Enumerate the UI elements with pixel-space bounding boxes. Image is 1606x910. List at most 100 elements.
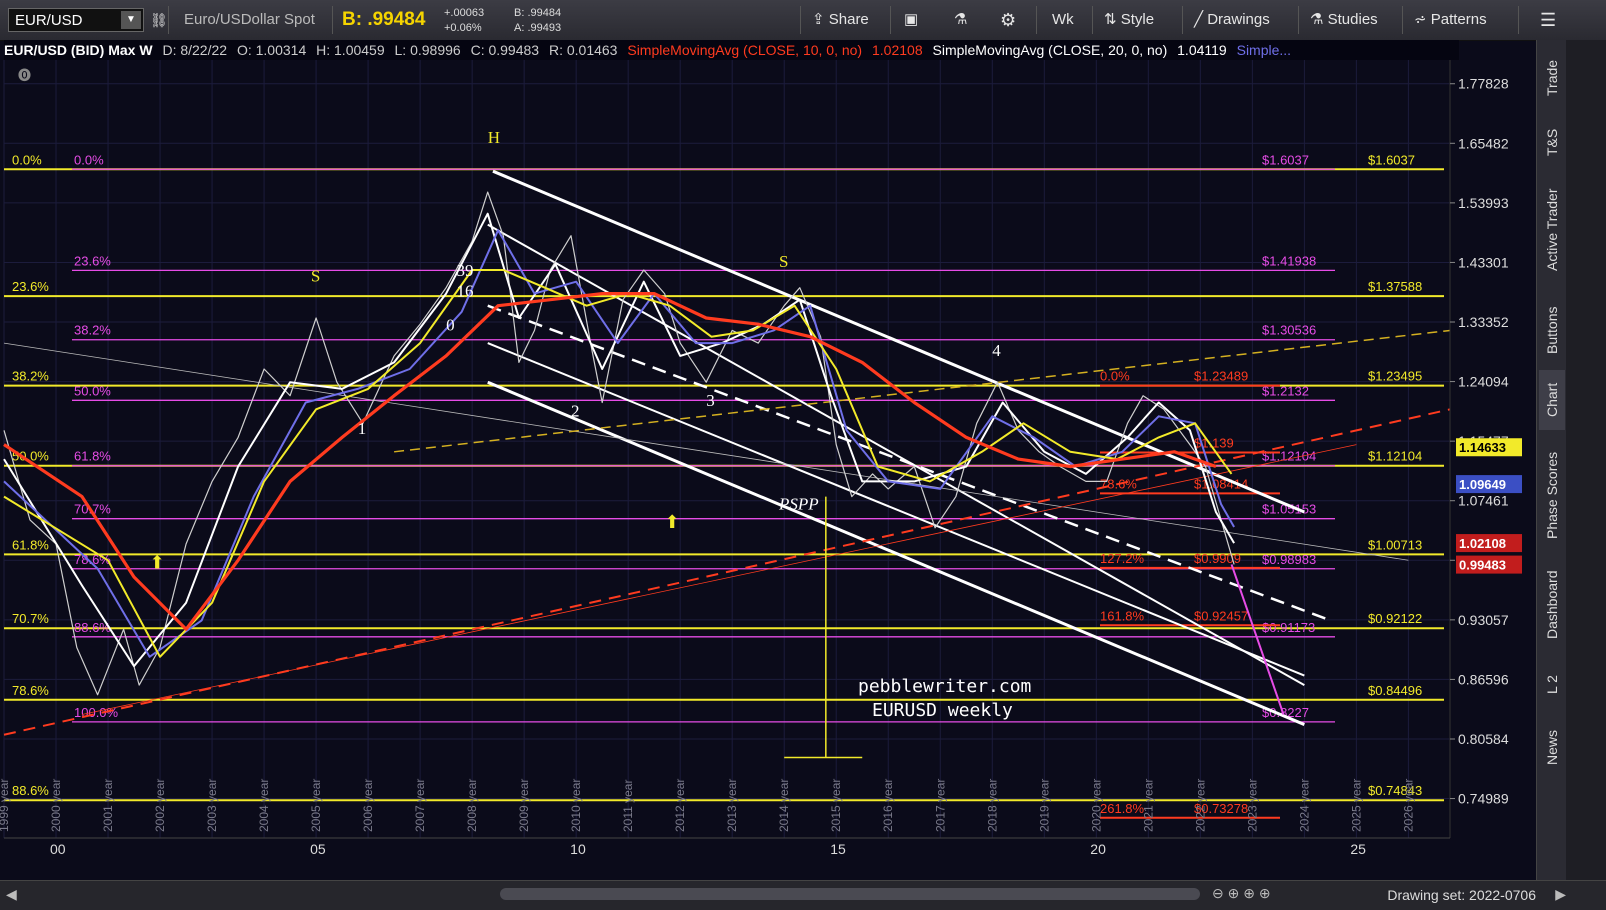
fib-value-left: $1.23495 [1368, 369, 1422, 384]
fib-value-left: $1.12104 [1368, 449, 1422, 464]
y-tick-label: 0.93057 [1458, 612, 1509, 628]
year-label: 2003 year [205, 779, 219, 832]
studies-button[interactable]: ⚗ Studies [1310, 0, 1378, 40]
drawings-button[interactable]: ╱ Drawings [1194, 0, 1270, 40]
toolbar: EUR/USD ▼ ⛓ Euro/USDollar Spot B: .99484… [0, 0, 1606, 41]
change-value: +.00063 [444, 7, 485, 19]
year-label: 2013 year [725, 779, 739, 832]
tab-t-s[interactable]: T&S [1539, 120, 1565, 165]
price-label: 1.02108 [1459, 536, 1506, 551]
tab-buttons[interactable]: Buttons [1539, 295, 1565, 365]
share-icon: ⇪ [812, 11, 829, 28]
chart-legend: EUR/USD (BID) Max W D: 8/22/22 O: 1.0031… [4, 40, 1459, 60]
year-label: 2009 year [517, 779, 531, 832]
fib-value-red: $0.92457 [1194, 608, 1248, 623]
patterns-label: Patterns [1430, 11, 1487, 28]
menu-icon[interactable]: ☰ [1540, 0, 1556, 40]
tab-dashboard[interactable]: Dashboard [1539, 560, 1565, 650]
share-label: Share [828, 11, 869, 28]
fib-value-inner: $1.05153 [1262, 502, 1316, 517]
annotation-label: 1 [358, 419, 367, 438]
fib-value-inner: $1.41938 [1262, 253, 1316, 268]
annotation-label: 4 [992, 341, 1001, 360]
alert-icon[interactable]: ⓿ [18, 68, 31, 83]
year-label: 2011 year [621, 780, 635, 832]
tab-l-2[interactable]: L 2 [1539, 660, 1565, 710]
bottom-bar: ◀ ⊖ ⊕ ⊕ ⊕ Drawing set: 2022-0706 ▶ [0, 880, 1606, 910]
year-label: 2001 year [101, 779, 115, 832]
scroll-left-icon[interactable]: ◀ [6, 886, 17, 903]
legend-sma10-value: 1.02108 [872, 42, 923, 58]
annotation-label: S [311, 267, 320, 286]
flask-icon[interactable]: ⚗ [954, 0, 967, 40]
x-tick-label: 25 [1350, 841, 1366, 857]
fib-label-inner: 50.0% [74, 383, 111, 398]
annotation-label: 2 [571, 401, 580, 420]
fib-label-left: 78.6% [12, 683, 49, 698]
share-button[interactable]: ⇪ Share [812, 0, 869, 40]
tab-news[interactable]: News [1539, 720, 1565, 775]
zoom-controls-icon[interactable]: ⊖ ⊕ ⊕ ⊕ [1212, 885, 1271, 902]
fib-label-inner: 61.8% [74, 449, 111, 464]
fib-label-left: 88.6% [12, 783, 49, 798]
fib-label-inner: 38.2% [74, 323, 111, 338]
gear-icon[interactable]: ⚙ [1000, 0, 1016, 40]
screenshot-icon[interactable]: ▣ [904, 0, 918, 40]
year-label: 2019 year [1037, 779, 1051, 832]
fib-label-inner: 100.0% [74, 705, 119, 720]
drawing-set-label: Drawing set: 2022-0706 [1387, 887, 1536, 903]
flask-icon: ⚗ [1310, 11, 1328, 28]
bid-price: B: .99484 [342, 9, 426, 30]
up-arrow-icon: ⬆ [150, 553, 165, 574]
legend-low: L: 0.98996 [394, 42, 461, 58]
year-label: 2005 year [309, 779, 323, 832]
legend-sma20-value: 1.04119 [1177, 42, 1227, 58]
legend-more[interactable]: Simple... [1237, 42, 1291, 58]
year-label: 1999 year [0, 779, 11, 832]
year-label: 2010 year [569, 779, 583, 832]
annotation-label: H [488, 128, 500, 147]
legend-high: H: 1.00459 [316, 42, 385, 58]
price-chart[interactable]: 0.0% $1.6037 23.6% $1.37588 38.2% $1.23495 50.… [0, 60, 1536, 880]
tab-chart[interactable]: Chart [1539, 370, 1565, 430]
year-label: 2021 year [1141, 779, 1155, 832]
timeframe-button[interactable]: Wk [1052, 0, 1074, 40]
tab-phase-scores[interactable]: Phase Scores [1539, 440, 1565, 550]
fib-value-inner: $0.91173 [1262, 620, 1315, 635]
year-label: 2007 year [413, 779, 427, 832]
year-label: 2006 year [361, 779, 375, 832]
tab-trade[interactable]: Trade [1539, 48, 1565, 108]
year-label: 2002 year [153, 779, 167, 832]
patterns-button[interactable]: ⩫ Patterns [1414, 0, 1487, 40]
y-tick-label: 1.53993 [1458, 195, 1509, 211]
fib-value-left: $1.6037 [1368, 152, 1415, 167]
scroll-right-icon[interactable]: ▶ [1555, 886, 1566, 903]
fib-label-red: 161.8% [1100, 608, 1145, 623]
fib-label-left: 23.6% [12, 279, 49, 294]
change-percent: +0.06% [444, 22, 482, 34]
fib-label-left: 38.2% [12, 369, 49, 384]
horizontal-scrollbar[interactable] [500, 888, 1200, 900]
legend-open: O: 1.00314 [236, 42, 307, 58]
year-label: 2026 year [1401, 779, 1415, 832]
symbol-description: Euro/USDollar Spot [184, 11, 315, 28]
style-label: Style [1120, 11, 1155, 28]
year-label: 2023 year [1245, 779, 1259, 832]
drawings-label: Drawings [1207, 11, 1270, 28]
symbol-input[interactable]: EUR/USD ▼ [8, 8, 144, 32]
price-label: 1.09649 [1459, 477, 1506, 492]
chevron-down-icon[interactable]: ▼ [121, 11, 141, 29]
fib-value-left: $0.92122 [1368, 611, 1422, 626]
style-button[interactable]: ⇅ Style [1104, 0, 1154, 40]
legend-date: D: 8/22/22 [162, 42, 228, 58]
legend-title: EUR/USD (BID) Max W [4, 42, 153, 58]
link-icon[interactable]: ⛓ [150, 0, 168, 40]
symbol-text: EUR/USD [15, 12, 83, 29]
style-icon: ⇅ [1104, 11, 1121, 28]
patterns-icon: ⩫ [1414, 11, 1431, 28]
fib-label-red: 0.0% [1100, 369, 1130, 384]
tab-active-trader[interactable]: Active Trader [1539, 170, 1565, 290]
legend-sma10: SimpleMovingAvg (CLOSE, 10, 0, no) [627, 42, 863, 58]
fib-value-left: $0.84496 [1368, 683, 1422, 698]
fib-value-left: $1.00713 [1368, 537, 1422, 552]
